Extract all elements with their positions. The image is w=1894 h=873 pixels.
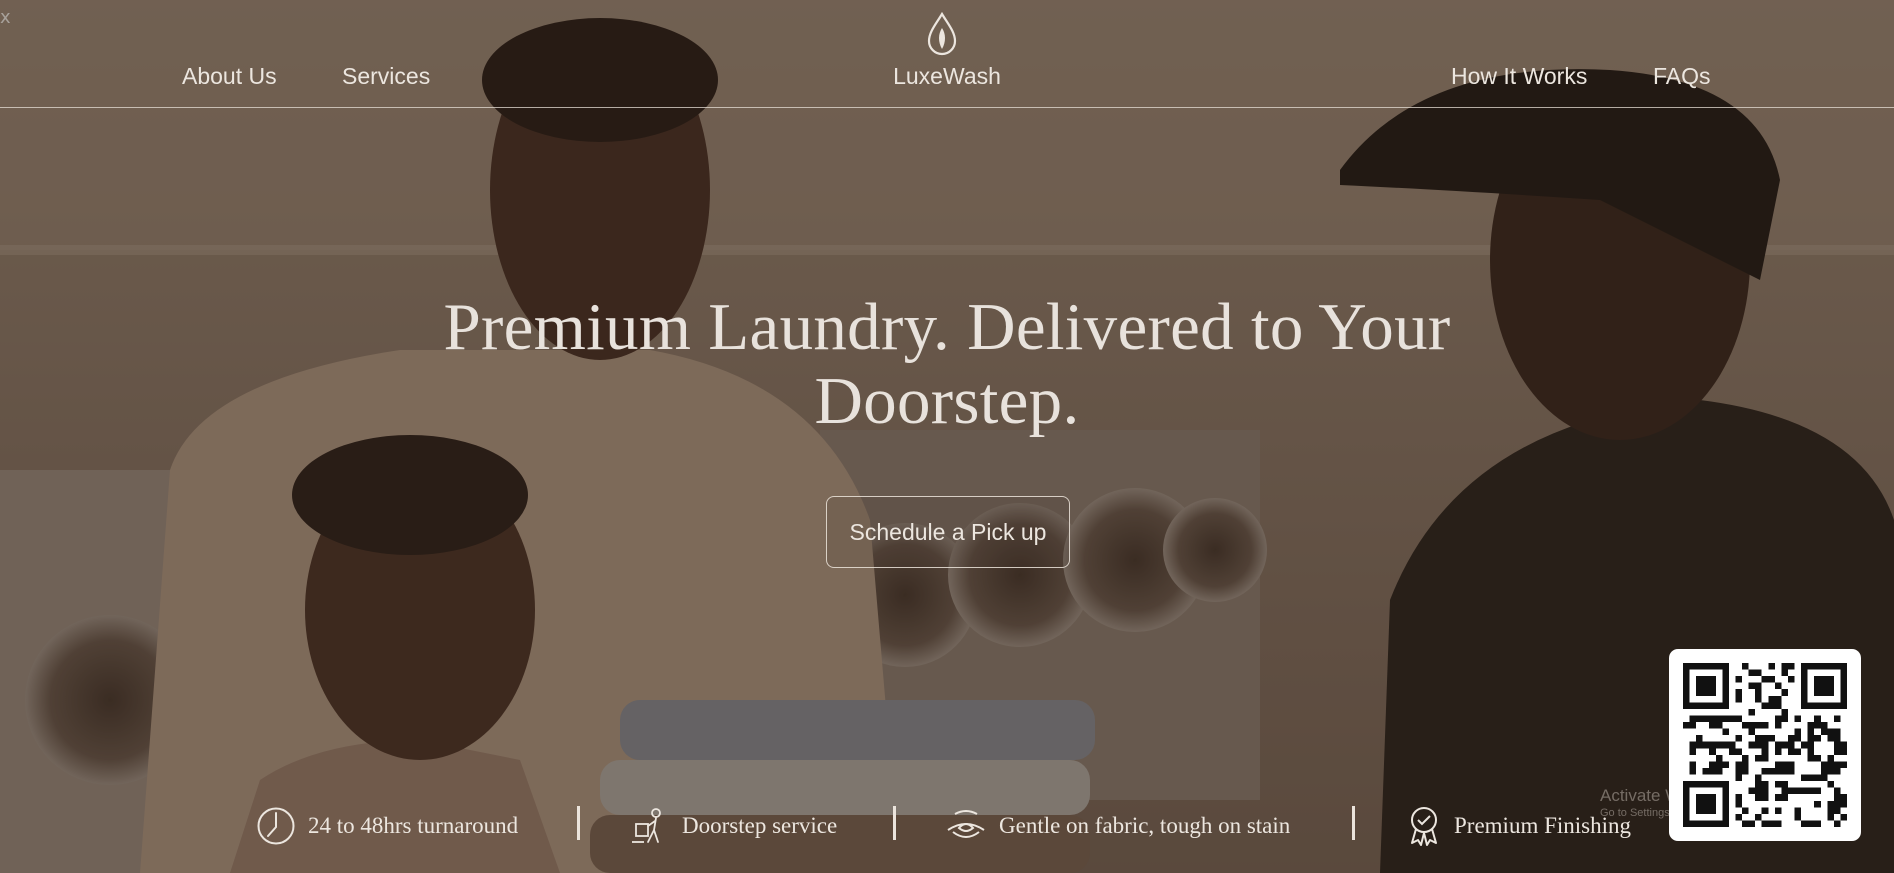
feature-label: Gentle on fabric, tough on stain [999, 813, 1291, 838]
hero-title: Premium Laundry. Delivered to Your Doors… [443, 290, 1451, 438]
feature-divider [577, 806, 580, 840]
clock-icon [257, 807, 295, 845]
feature-turnaround: 24 to 48hrs turnaround [256, 804, 518, 848]
nav-link-how-it-works[interactable]: How It Works [1451, 62, 1587, 90]
schedule-pickup-button[interactable]: Schedule a Pick up [826, 496, 1070, 568]
feature-divider [1352, 806, 1355, 840]
award-ribbon-icon [1411, 807, 1437, 846]
qr-code[interactable] [1669, 649, 1861, 841]
delivery-person-icon [632, 808, 661, 843]
top-navigation: About Us Services LuxeWash How It Works … [0, 0, 1894, 108]
feature-divider [893, 806, 896, 840]
qr-code-icon [1683, 663, 1847, 827]
feature-label: Doorstep service [682, 813, 838, 838]
feature-fabric-care: Gentle on fabric, tough on stain [945, 804, 1290, 848]
droplet-leaf-icon[interactable] [926, 12, 958, 56]
brand-name[interactable]: LuxeWash [0, 62, 1894, 90]
feature-premium-finishing: Premium Finishing [1406, 804, 1631, 848]
feature-doorstep-service: Doorstep service [630, 804, 837, 848]
fabric-care-icon [947, 810, 985, 838]
nav-link-faqs[interactable]: FAQs [1653, 62, 1711, 90]
feature-label: 24 to 48hrs turnaround [308, 813, 519, 838]
